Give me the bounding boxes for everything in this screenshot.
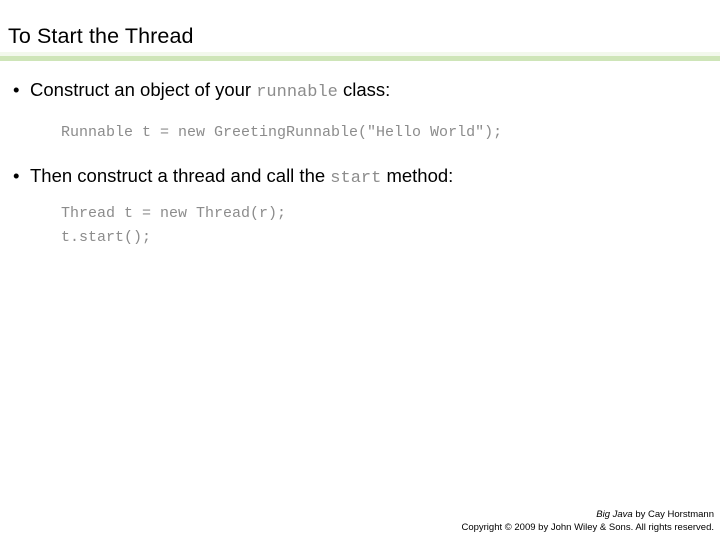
footer-credit: Big Java by Cay Horstmann	[461, 508, 714, 521]
bullet-1-code-term: runnable	[256, 83, 338, 102]
bullet-point-icon: •	[13, 165, 20, 186]
title-divider	[0, 56, 720, 61]
footer-copyright: Copyright © 2009 by John Wiley & Sons. A…	[461, 522, 714, 533]
bullet-2-code-term: start	[330, 169, 382, 188]
footer-book-title: Big Java	[596, 509, 633, 520]
bullet-1-text-after: class:	[337, 79, 391, 100]
code-line: Runnable t = new GreetingRunnable("Hello…	[61, 124, 503, 141]
slide-canvas: To Start the Thread • Construct an objec…	[0, 0, 720, 540]
code-block-1: Runnable t = new GreetingRunnable("Hello…	[0, 121, 720, 145]
bullet-point-icon: •	[13, 79, 20, 100]
bullet-item-1: • Construct an object of your runnable c…	[0, 78, 720, 105]
code-line: t.start();	[61, 228, 152, 246]
bullet-2-text-after: method:	[381, 165, 454, 186]
code-block-2: Thread t = new Thread(r); t.start();	[0, 202, 720, 249]
bullet-1-text-before: Construct an object of your	[30, 79, 257, 100]
bullet-2-text-before: Then construct a thread and call the	[30, 165, 331, 186]
slide-footer: Big Java by Cay Horstmann Copyright © 20…	[461, 508, 714, 534]
code-line: Thread t = new Thread(r);	[61, 205, 287, 222]
footer-author: by Cay Horstmann	[632, 509, 714, 520]
page-title: To Start the Thread	[8, 24, 194, 48]
bullet-item-2: • Then construct a thread and call the s…	[0, 164, 720, 191]
